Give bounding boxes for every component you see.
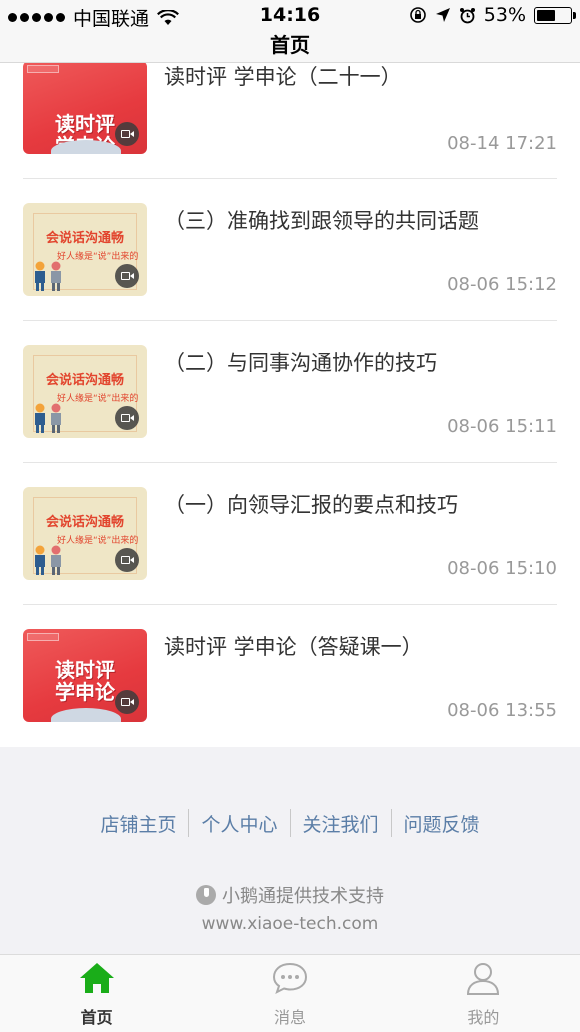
footer-links: 店铺主页 个人中心 关注我们 问题反馈: [0, 809, 580, 837]
divider: [188, 809, 190, 837]
thumbnail-badge: [27, 633, 59, 641]
tab-label: 我的: [467, 1008, 500, 1027]
item-title[interactable]: 读时评 学申论（答疑课一）: [164, 631, 423, 661]
item-date: 08-06 15:12: [447, 274, 557, 295]
tab-messages[interactable]: 消息: [193, 955, 386, 1032]
bottom-tab-bar: 首页 消息 我的: [0, 954, 580, 1032]
footer-link-follow-us[interactable]: 关注我们: [303, 810, 379, 837]
footer-link-personal-center[interactable]: 个人中心: [201, 810, 277, 837]
play-video-icon: [115, 690, 139, 714]
person-illustration-icon: [35, 403, 45, 433]
chat-bubble-icon: [272, 962, 307, 994]
thumbnail-badge: [27, 65, 59, 73]
video-thumbnail[interactable]: 读时评 学申论: [23, 629, 147, 722]
thumbnail-tagline: 好人缘是“说”出来的: [57, 394, 139, 404]
video-thumbnail[interactable]: 会说话沟通畅 好人缘是“说”出来的: [23, 203, 147, 296]
page-footer: 店铺主页 个人中心 关注我们 问题反馈 小鹅通提供技术支持 www.xiaoe-…: [0, 747, 580, 954]
item-date: 08-06 15:11: [447, 416, 557, 437]
person-illustration-icon: [35, 545, 45, 575]
person-illustration-icon: [51, 403, 61, 433]
item-date: 08-06 15:10: [447, 558, 557, 579]
video-thumbnail[interactable]: 读时评 学申论: [23, 61, 147, 154]
play-video-icon: [115, 548, 139, 572]
battery-percent: 53%: [483, 4, 526, 26]
page-title: 首页: [270, 33, 310, 57]
list-item[interactable]: 会说话沟通畅 好人缘是“说”出来的 （二）与同事沟通协作的技巧 08-06 15…: [23, 321, 557, 463]
xiaoe-logo-icon: [196, 885, 216, 905]
tab-label: 首页: [80, 1008, 113, 1027]
list-item[interactable]: 会说话沟通畅 好人缘是“说”出来的 （一）向领导汇报的要点和技巧 08-06 1…: [23, 463, 557, 605]
support-text: 小鹅通提供技术支持: [222, 886, 384, 907]
video-thumbnail[interactable]: 会说话沟通畅 好人缘是“说”出来的: [23, 487, 147, 580]
thumbnail-title: 会说话沟通畅: [45, 373, 124, 388]
tab-profile[interactable]: 我的: [387, 955, 580, 1032]
item-title[interactable]: （三）准确找到跟领导的共同话题: [164, 205, 479, 235]
tech-support: 小鹅通提供技术支持: [0, 882, 580, 908]
person-illustration-icon: [51, 545, 61, 575]
person-illustration-icon: [35, 261, 45, 291]
status-bar: 中国联通 14:16 53%: [0, 0, 580, 30]
user-icon: [467, 963, 500, 995]
play-video-icon: [115, 406, 139, 430]
thumbnail-title: 会说话沟通畅: [45, 231, 124, 246]
battery-icon: [534, 6, 576, 24]
person-illustration-icon: [51, 261, 61, 291]
support-url: www.xiaoe-tech.com: [201, 914, 379, 934]
list-item[interactable]: 读时评 学申论 读时评 学申论（答疑课一） 08-06 13:55: [23, 605, 557, 747]
home-icon: [79, 963, 114, 993]
play-video-icon: [115, 264, 139, 288]
alarm-icon: [459, 7, 475, 23]
thumbnail-tagline: 好人缘是“说”出来的: [57, 252, 139, 262]
location-arrow-icon: [435, 8, 450, 22]
thumbnail-title: 读时评: [55, 658, 115, 682]
list-item[interactable]: 会说话沟通畅 好人缘是“说”出来的 （三）准确找到跟领导的共同话题 08-06 …: [23, 179, 557, 321]
item-title[interactable]: （一）向领导汇报的要点和技巧: [164, 489, 458, 519]
item-date: 08-14 17:21: [447, 133, 557, 154]
footer-link-shop-home[interactable]: 店铺主页: [100, 810, 176, 837]
footer-link-feedback[interactable]: 问题反馈: [404, 810, 480, 837]
thumbnail-tagline: 好人缘是“说”出来的: [57, 536, 139, 546]
item-title[interactable]: （二）与同事沟通协作的技巧: [164, 347, 437, 377]
divider: [289, 809, 291, 837]
item-title[interactable]: 读时评 学申论（二十一）: [164, 61, 402, 91]
thumbnail-title: 会说话沟通畅: [45, 515, 124, 530]
tab-home[interactable]: 首页: [0, 955, 193, 1032]
rotation-lock-icon: [409, 7, 426, 23]
divider: [390, 809, 392, 837]
play-video-icon: [115, 122, 139, 146]
item-date: 08-06 13:55: [447, 700, 557, 721]
tab-label: 消息: [273, 1008, 306, 1027]
book-illustration: [51, 708, 121, 722]
video-thumbnail[interactable]: 会说话沟通畅 好人缘是“说”出来的: [23, 345, 147, 438]
top-bar: 中国联通 14:16 53% 首页: [0, 0, 580, 63]
